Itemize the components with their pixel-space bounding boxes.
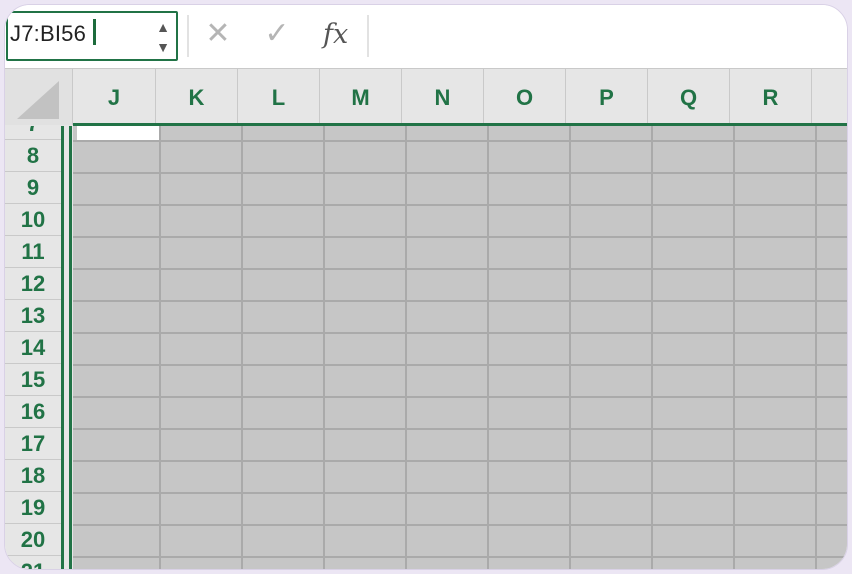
selected-cell-range[interactable] [73, 126, 847, 569]
gridline-vertical [159, 126, 161, 569]
gridline-horizontal [73, 332, 847, 334]
row-header-10[interactable]: 10 [5, 204, 61, 236]
gridline-vertical [733, 126, 735, 569]
formula-input[interactable] [377, 13, 837, 59]
row-header-13[interactable]: 13 [5, 300, 61, 332]
row-header-12[interactable]: 12 [5, 268, 61, 300]
name-box[interactable]: J7:BI56 ▲ ▼ [6, 11, 178, 61]
column-header-l[interactable]: L [238, 69, 320, 125]
row-selection-indicator [61, 126, 64, 569]
gridline-horizontal [73, 524, 847, 526]
gridline-vertical [815, 126, 817, 569]
column-header-k[interactable]: K [156, 69, 238, 125]
gridline-vertical [487, 126, 489, 569]
gridline-vertical [323, 126, 325, 569]
formula-bar-divider [187, 15, 189, 57]
column-header-r[interactable]: R [730, 69, 812, 125]
row-header-20[interactable]: 20 [5, 524, 61, 556]
row-header-14[interactable]: 14 [5, 332, 61, 364]
gridline-horizontal [73, 204, 847, 206]
column-headers: J K L M N O P Q R [73, 69, 847, 125]
check-icon[interactable]: ✓ [260, 19, 294, 49]
sheet-grid: J K L M N O P Q R 7 8 9 10 11 12 13 14 1… [5, 69, 847, 569]
column-header-j[interactable]: J [73, 69, 156, 125]
gridline-horizontal [73, 396, 847, 398]
gridline-vertical [405, 126, 407, 569]
fx-icon[interactable]: fx [323, 19, 348, 50]
row-header-16[interactable]: 16 [5, 396, 61, 428]
gridline-horizontal [73, 236, 847, 238]
gridline-horizontal [73, 268, 847, 270]
column-header-p[interactable]: P [566, 69, 648, 125]
select-all-triangle-icon [17, 81, 59, 119]
name-box-value: J7:BI56 [10, 21, 87, 46]
gridline-horizontal [73, 300, 847, 302]
gridline-horizontal [73, 492, 847, 494]
gridline-vertical [241, 126, 243, 569]
column-header-o[interactable]: O [484, 69, 566, 125]
gridline-horizontal [73, 460, 847, 462]
gridline-horizontal [73, 556, 847, 558]
row-header-9[interactable]: 9 [5, 172, 61, 204]
column-header-m[interactable]: M [320, 69, 402, 125]
select-all-corner[interactable] [5, 69, 73, 125]
formula-bar: J7:BI56 ▲ ▼ ✕ ✓ fx [5, 5, 847, 69]
row-header-8[interactable]: 8 [5, 140, 61, 172]
row-header-7[interactable]: 7 [5, 126, 61, 140]
gridline-horizontal [73, 364, 847, 366]
gridline-horizontal [73, 428, 847, 430]
gridline-vertical [651, 126, 653, 569]
text-caret [93, 19, 96, 45]
close-icon[interactable]: ✕ [201, 19, 235, 49]
active-cell[interactable] [77, 126, 159, 140]
row-header-18[interactable]: 18 [5, 460, 61, 492]
row-header-19[interactable]: 19 [5, 492, 61, 524]
row-header-15[interactable]: 15 [5, 364, 61, 396]
column-header-n[interactable]: N [402, 69, 484, 125]
gridline-horizontal [73, 172, 847, 174]
row-header-11[interactable]: 11 [5, 236, 61, 268]
spreadsheet-window: J7:BI56 ▲ ▼ ✕ ✓ fx J K L M N O P Q R 7 [4, 4, 848, 570]
name-box-down-arrow-icon[interactable]: ▼ [154, 39, 172, 55]
row-header-21[interactable]: 21 [5, 556, 61, 569]
gridline-vertical [569, 126, 571, 569]
row-selection-indicator-inner [69, 126, 72, 569]
row-header-17[interactable]: 17 [5, 428, 61, 460]
column-header-q[interactable]: Q [648, 69, 730, 125]
formula-bar-divider-2 [367, 15, 369, 57]
name-box-up-arrow-icon[interactable]: ▲ [154, 19, 172, 35]
gridline-horizontal [73, 140, 847, 142]
